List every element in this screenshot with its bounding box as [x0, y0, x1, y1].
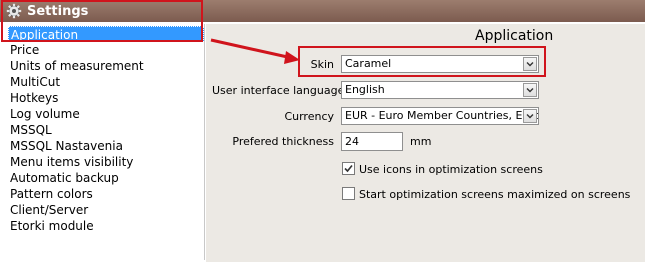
nav-item-pattern-colors[interactable]: Pattern colors — [10, 186, 93, 202]
start-maximized-checkbox[interactable] — [342, 187, 355, 200]
nav-item-multicut[interactable]: MultiCut — [10, 74, 60, 90]
nav-item-client-server[interactable]: Client/Server — [10, 202, 88, 218]
currency-value: EUR - Euro Member Countries, Euro — [345, 109, 539, 122]
chevron-down-icon — [526, 62, 534, 67]
language-value: English — [345, 83, 385, 96]
nav-item-log-volume[interactable]: Log volume — [10, 106, 80, 122]
section-title: Application — [475, 28, 554, 44]
thickness-label: Prefered thickness — [232, 135, 334, 148]
nav-item-menu-items-visibility[interactable]: Menu items visibility — [10, 154, 133, 170]
nav-item-etorki-module[interactable]: Etorki module — [10, 218, 94, 234]
use-icons-checkbox[interactable] — [342, 162, 355, 175]
skin-dropdown-button[interactable] — [523, 57, 537, 71]
nav-item-units-of-measurement[interactable]: Units of measurement — [10, 58, 144, 74]
currency-label: Currency — [284, 110, 334, 123]
checkmark-icon — [344, 164, 353, 173]
nav-item-mssql[interactable]: MSSQL — [10, 122, 52, 138]
title-wrap: Settings — [6, 2, 88, 20]
language-select[interactable]: English — [341, 81, 539, 99]
chevron-down-icon — [526, 114, 534, 119]
use-icons-label[interactable]: Use icons in optimization screens — [359, 163, 543, 176]
settings-nav-list: Application Price Units of measurement M… — [6, 24, 205, 260]
thickness-unit: mm — [410, 135, 432, 148]
skin-label: Skin — [310, 58, 334, 71]
currency-dropdown-button[interactable] — [523, 109, 537, 123]
title-bar: Settings — [0, 0, 645, 22]
skin-value: Caramel — [345, 57, 392, 70]
thickness-input[interactable]: 24 — [341, 132, 403, 151]
chevron-down-icon — [526, 88, 534, 93]
window-title: Settings — [27, 3, 89, 19]
language-dropdown-button[interactable] — [523, 83, 537, 97]
currency-select[interactable]: EUR - Euro Member Countries, Euro — [341, 107, 539, 125]
start-maximized-label[interactable]: Start optimization screens maximized on … — [359, 188, 630, 201]
skin-select[interactable]: Caramel — [341, 55, 539, 73]
nav-item-application[interactable]: Application — [8, 26, 204, 42]
language-label: User interface language — [212, 84, 345, 97]
gear-icon — [6, 3, 22, 19]
nav-item-price[interactable]: Price — [10, 42, 39, 58]
nav-item-hotkeys[interactable]: Hotkeys — [10, 90, 58, 106]
nav-item-mssql-nastavenia[interactable]: MSSQL Nastavenia — [10, 138, 123, 154]
nav-item-automatic-backup[interactable]: Automatic backup — [10, 170, 119, 186]
